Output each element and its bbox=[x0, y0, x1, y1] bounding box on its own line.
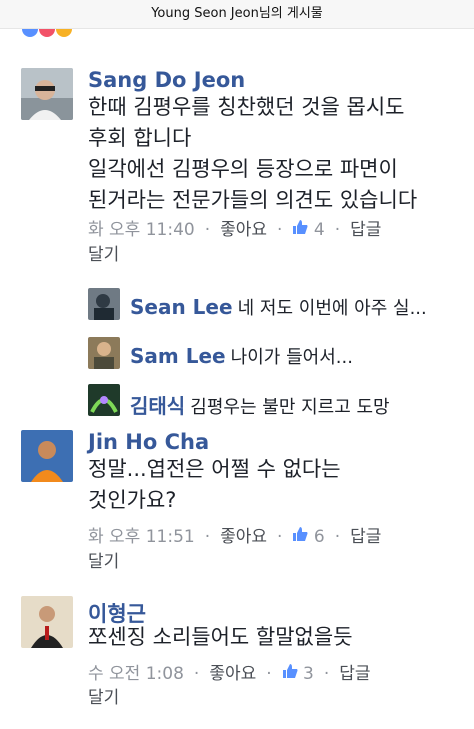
comment-text-line: 것인가요? bbox=[88, 488, 177, 512]
avatar-photo-icon bbox=[21, 430, 73, 482]
reply-text: 김평우는 불만 지르고 도망 bbox=[190, 397, 390, 418]
comment-text-line: 정말...엽전은 어쩔 수 없다는 bbox=[88, 457, 341, 481]
clipped-previous-row bbox=[0, 29, 474, 43]
reply-author[interactable]: Sean Lee bbox=[130, 295, 233, 319]
comment-meta: 화 오후 11:40 · 좋아요 · 4 · 답글 bbox=[88, 218, 382, 242]
reply-text: 나이가 들어서... bbox=[230, 347, 353, 368]
thumb-icon bbox=[282, 662, 298, 686]
avatar[interactable] bbox=[88, 288, 120, 320]
like-button[interactable]: 좋아요 bbox=[220, 527, 267, 547]
avatar[interactable] bbox=[21, 430, 73, 482]
comment-sang-do-jeon: Sang Do Jeon 한때 김평우를 칭찬했던 것을 몹시도 후회 합니다 … bbox=[0, 60, 474, 282]
comment-text-line: 쪼센징 소리들어도 할말없을듯 bbox=[88, 625, 353, 649]
like-count: 6 bbox=[313, 527, 325, 547]
comment-more-link[interactable]: 달기 bbox=[88, 686, 119, 710]
like-count: 3 bbox=[303, 664, 314, 684]
reply-author[interactable]: 김태식 bbox=[130, 394, 185, 418]
comment-author[interactable]: Jin Ho Cha bbox=[88, 430, 209, 454]
reply-button[interactable]: 답글 bbox=[350, 527, 381, 547]
comment-author[interactable]: Sang Do Jeon bbox=[88, 68, 245, 92]
comment-text-line: 일각에선 김평우의 등장으로 파면이 bbox=[88, 157, 398, 181]
comment-time: 수 오전 1:08 bbox=[88, 664, 184, 684]
avatar[interactable] bbox=[88, 384, 120, 416]
reply-sam-lee[interactable]: Sam Lee 나이가 들어서... bbox=[88, 337, 468, 375]
reply-author[interactable]: Sam Lee bbox=[130, 344, 226, 368]
avatar-photo-icon bbox=[21, 596, 73, 648]
comment-text-line: 한때 김평우를 칭찬했던 것을 몹시도 bbox=[88, 95, 405, 119]
comment-time: 화 오후 11:51 bbox=[88, 527, 195, 547]
reply-button[interactable]: 답글 bbox=[339, 664, 370, 684]
avatar-photo-icon bbox=[88, 384, 120, 416]
comment-jin-ho-cha: Jin Ho Cha 정말...엽전은 어쩔 수 없다는 것인가요? 화 오후 … bbox=[0, 422, 474, 582]
thumb-icon bbox=[292, 525, 308, 549]
reply-button[interactable]: 답글 bbox=[350, 220, 381, 240]
avatar[interactable] bbox=[88, 337, 120, 369]
like-button[interactable]: 좋아요 bbox=[220, 220, 267, 240]
avatar[interactable] bbox=[21, 68, 73, 120]
comment-lee-hyung-geun: 이형근 쪼센징 소리들어도 할말없을듯 수 오전 1:08 · 좋아요 · 3 · 답글 … bbox=[0, 590, 474, 720]
comment-text-line: 된거라는 전문가들의 의견도 있습니다 bbox=[88, 188, 418, 212]
like-button[interactable]: 좋아요 bbox=[209, 664, 256, 684]
avatar-photo-icon bbox=[88, 337, 120, 369]
like-count: 4 bbox=[313, 220, 325, 240]
comment-meta: 화 오후 11:51 · 좋아요 · 6 · 답글 bbox=[88, 525, 382, 549]
comment-text-line: 후회 합니다 bbox=[88, 126, 192, 150]
reaction-icons bbox=[22, 29, 73, 41]
comment-more-link[interactable]: 달기 bbox=[88, 550, 119, 574]
avatar-photo-icon bbox=[21, 68, 73, 120]
reply-kim-tae-sik[interactable]: 김태식 김평우는 불만 지르고 도망 bbox=[88, 384, 468, 422]
thumb-icon bbox=[292, 218, 308, 242]
avatar-photo-icon bbox=[88, 288, 120, 320]
comment-meta: 수 오전 1:08 · 좋아요 · 3 · 답글 bbox=[88, 662, 371, 686]
reply-sean-lee[interactable]: Sean Lee 네 저도 이번에 아주 실... bbox=[88, 288, 468, 326]
comment-more-link[interactable]: 달기 bbox=[88, 243, 119, 267]
avatar[interactable] bbox=[21, 596, 73, 648]
header-title: Young Seon Jeon님의 게시물 bbox=[0, 0, 474, 29]
comment-time: 화 오후 11:40 bbox=[88, 220, 195, 240]
reply-text: 네 저도 이번에 아주 실... bbox=[237, 298, 427, 319]
